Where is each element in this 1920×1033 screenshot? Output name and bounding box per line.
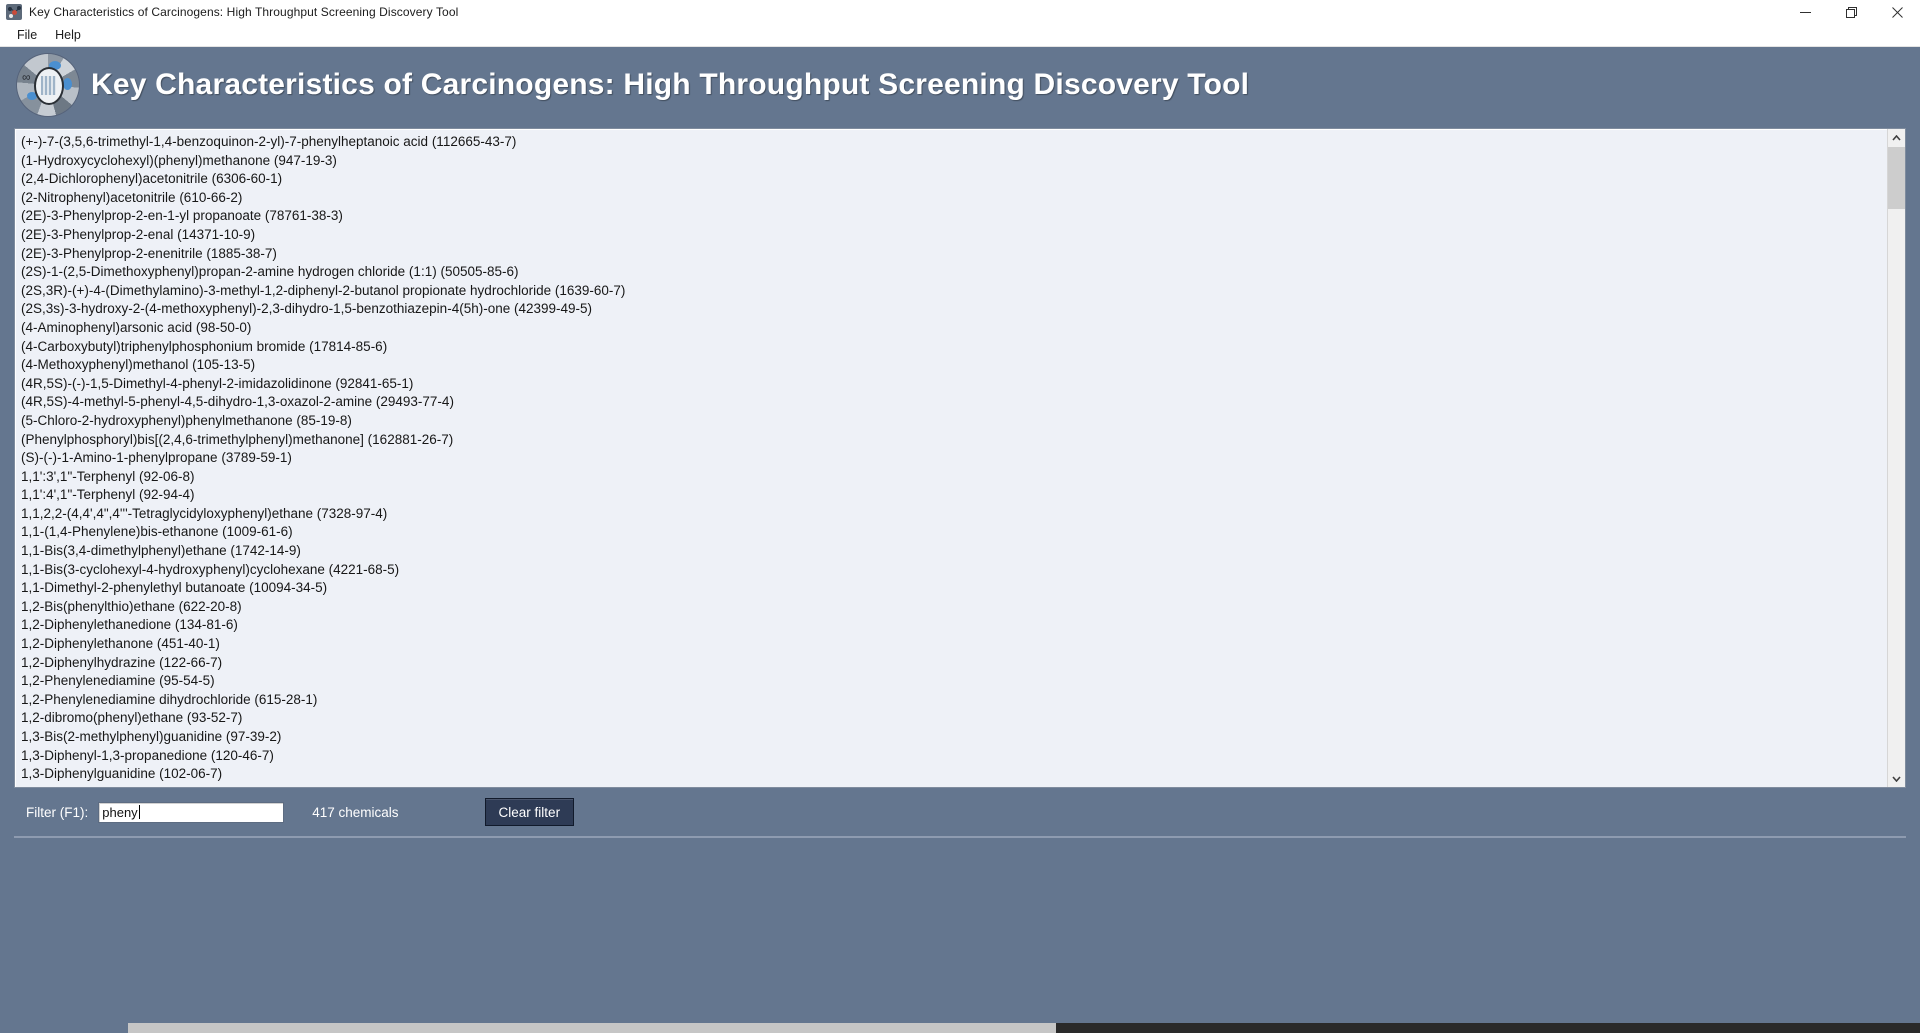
- list-item[interactable]: (Phenylphosphoryl)bis[(2,4,6-trimethylph…: [21, 431, 1887, 450]
- molecule-icon: [6, 4, 22, 20]
- list-item[interactable]: (+-)-7-(3,5,6-trimethyl-1,4-benzoquinon-…: [21, 133, 1887, 152]
- list-item[interactable]: (4R,5S)-(-)-1,5-Dimethyl-4-phenyl-2-imid…: [21, 375, 1887, 394]
- list-item[interactable]: 1,2-Diphenylethanedione (134-81-6): [21, 616, 1887, 635]
- taskbar-segment-left: [0, 1023, 128, 1033]
- text-caret: [138, 805, 140, 819]
- close-icon[interactable]: [1874, 0, 1920, 24]
- menu-item-file[interactable]: File: [8, 26, 46, 44]
- list-item[interactable]: (4-Methoxyphenyl)methanol (105-13-5): [21, 356, 1887, 375]
- carcinogen-wheel-logo: ∞: [17, 54, 79, 116]
- chemical-list-panel: (+-)-7-(3,5,6-trimethyl-1,4-benzoquinon-…: [14, 128, 1906, 788]
- title-bar: Key Characteristics of Carcinogens: High…: [0, 0, 1920, 24]
- list-item[interactable]: 1,2-Bis(phenylthio)ethane (622-20-8): [21, 598, 1887, 617]
- filter-input-value: pheny: [102, 804, 138, 820]
- list-item[interactable]: (2E)-3-Phenylprop-2-enenitrile (1885-38-…: [21, 245, 1887, 264]
- list-item[interactable]: 1,1':3',1"-Terphenyl (92-06-8): [21, 468, 1887, 487]
- list-item[interactable]: 1-(2,6-Dichlorophenyl)-2-indolinone (153…: [21, 784, 1887, 787]
- list-item[interactable]: 1,2-Diphenylethanone (451-40-1): [21, 635, 1887, 654]
- taskbar: [0, 1023, 1920, 1033]
- list-item[interactable]: 1,1-Bis(3,4-dimethylphenyl)ethane (1742-…: [21, 542, 1887, 561]
- list-item[interactable]: (2,4-Dichlorophenyl)acetonitrile (6306-6…: [21, 170, 1887, 189]
- list-item[interactable]: 1,2-dibromo(phenyl)ethane (93-52-7): [21, 709, 1887, 728]
- list-item[interactable]: (4-Aminophenyl)arsonic acid (98-50-0): [21, 319, 1887, 338]
- minimize-icon[interactable]: [1782, 0, 1828, 24]
- restore-icon[interactable]: [1828, 0, 1874, 24]
- list-item[interactable]: 1,1-Bis(3-cyclohexyl-4-hydroxyphenyl)cyc…: [21, 561, 1887, 580]
- application-window: Key Characteristics of Carcinogens: High…: [0, 0, 1920, 1033]
- list-item[interactable]: (1-Hydroxycyclohexyl)(phenyl)methanone (…: [21, 152, 1887, 171]
- chemical-list[interactable]: (+-)-7-(3,5,6-trimethyl-1,4-benzoquinon-…: [15, 129, 1887, 787]
- list-item[interactable]: 1,1,2,2-(4,4',4",4'''-Tetraglycidyloxyph…: [21, 505, 1887, 524]
- header-banner: ∞ Key Characteristics of Carcinogens: Hi…: [0, 47, 1920, 123]
- window-controls: [1782, 0, 1920, 24]
- filter-toolbar: Filter (F1): pheny 417 chemicals Clear f…: [14, 793, 1906, 831]
- list-item[interactable]: (4-Carboxybutyl)triphenylphosphonium bro…: [21, 338, 1887, 357]
- menu-bar: File Help: [0, 24, 1920, 47]
- list-item[interactable]: (2S)-1-(2,5-Dimethoxyphenyl)propan-2-ami…: [21, 263, 1887, 282]
- clear-filter-button[interactable]: Clear filter: [484, 798, 575, 826]
- list-item[interactable]: (4R,5S)-4-methyl-5-phenyl-4,5-dihydro-1,…: [21, 393, 1887, 412]
- list-item[interactable]: 1,3-Bis(2-methylphenyl)guanidine (97-39-…: [21, 728, 1887, 747]
- filter-label: Filter (F1):: [26, 804, 89, 820]
- list-item[interactable]: 1,1-(1,4-Phenylene)bis-ethanone (1009-61…: [21, 523, 1887, 542]
- list-item[interactable]: 1,2-Phenylenediamine (95-54-5): [21, 672, 1887, 691]
- list-item[interactable]: 1,3-Diphenyl-1,3-propanedione (120-46-7): [21, 747, 1887, 766]
- list-item[interactable]: (2E)-3-Phenylprop-2-en-1-yl propanoate (…: [21, 207, 1887, 226]
- list-item[interactable]: (S)-(-)-1-Amino-1-phenylpropane (3789-59…: [21, 449, 1887, 468]
- list-item[interactable]: (2-Nitrophenyl)acetonitrile (610-66-2): [21, 189, 1887, 208]
- page-title: Key Characteristics of Carcinogens: High…: [91, 68, 1250, 101]
- list-item[interactable]: (2E)-3-Phenylprop-2-enal (14371-10-9): [21, 226, 1887, 245]
- list-item[interactable]: (5-Chloro-2-hydroxyphenyl)phenylmethanon…: [21, 412, 1887, 431]
- list-item[interactable]: (2S,3R)-(+)-4-(Dimethylamino)-3-methyl-1…: [21, 282, 1887, 301]
- filter-input[interactable]: pheny: [98, 801, 285, 823]
- list-item[interactable]: 1,3-Diphenylguanidine (102-06-7): [21, 765, 1887, 784]
- scroll-up-button[interactable]: [1888, 129, 1905, 146]
- list-item[interactable]: 1,2-Diphenylhydrazine (122-66-7): [21, 654, 1887, 673]
- vertical-scrollbar[interactable]: [1887, 129, 1905, 787]
- scrollbar-thumb[interactable]: [1888, 147, 1905, 209]
- menu-item-help[interactable]: Help: [46, 26, 90, 44]
- taskbar-segment-right: [128, 1023, 1056, 1033]
- list-item[interactable]: 1,1-Dimethyl-2-phenylethyl butanoate (10…: [21, 579, 1887, 598]
- window-title: Key Characteristics of Carcinogens: High…: [29, 5, 459, 19]
- list-item[interactable]: 1,2-Phenylenediamine dihydrochloride (61…: [21, 691, 1887, 710]
- scroll-down-button[interactable]: [1888, 770, 1905, 787]
- panel-bottom-edge: [14, 836, 1906, 838]
- list-item[interactable]: 1,1':4',1"-Terphenyl (92-94-4): [21, 486, 1887, 505]
- chemical-count: 417 chemicals: [312, 804, 399, 820]
- list-item[interactable]: (2S,3s)-3-hydroxy-2-(4-methoxyphenyl)-2,…: [21, 300, 1887, 319]
